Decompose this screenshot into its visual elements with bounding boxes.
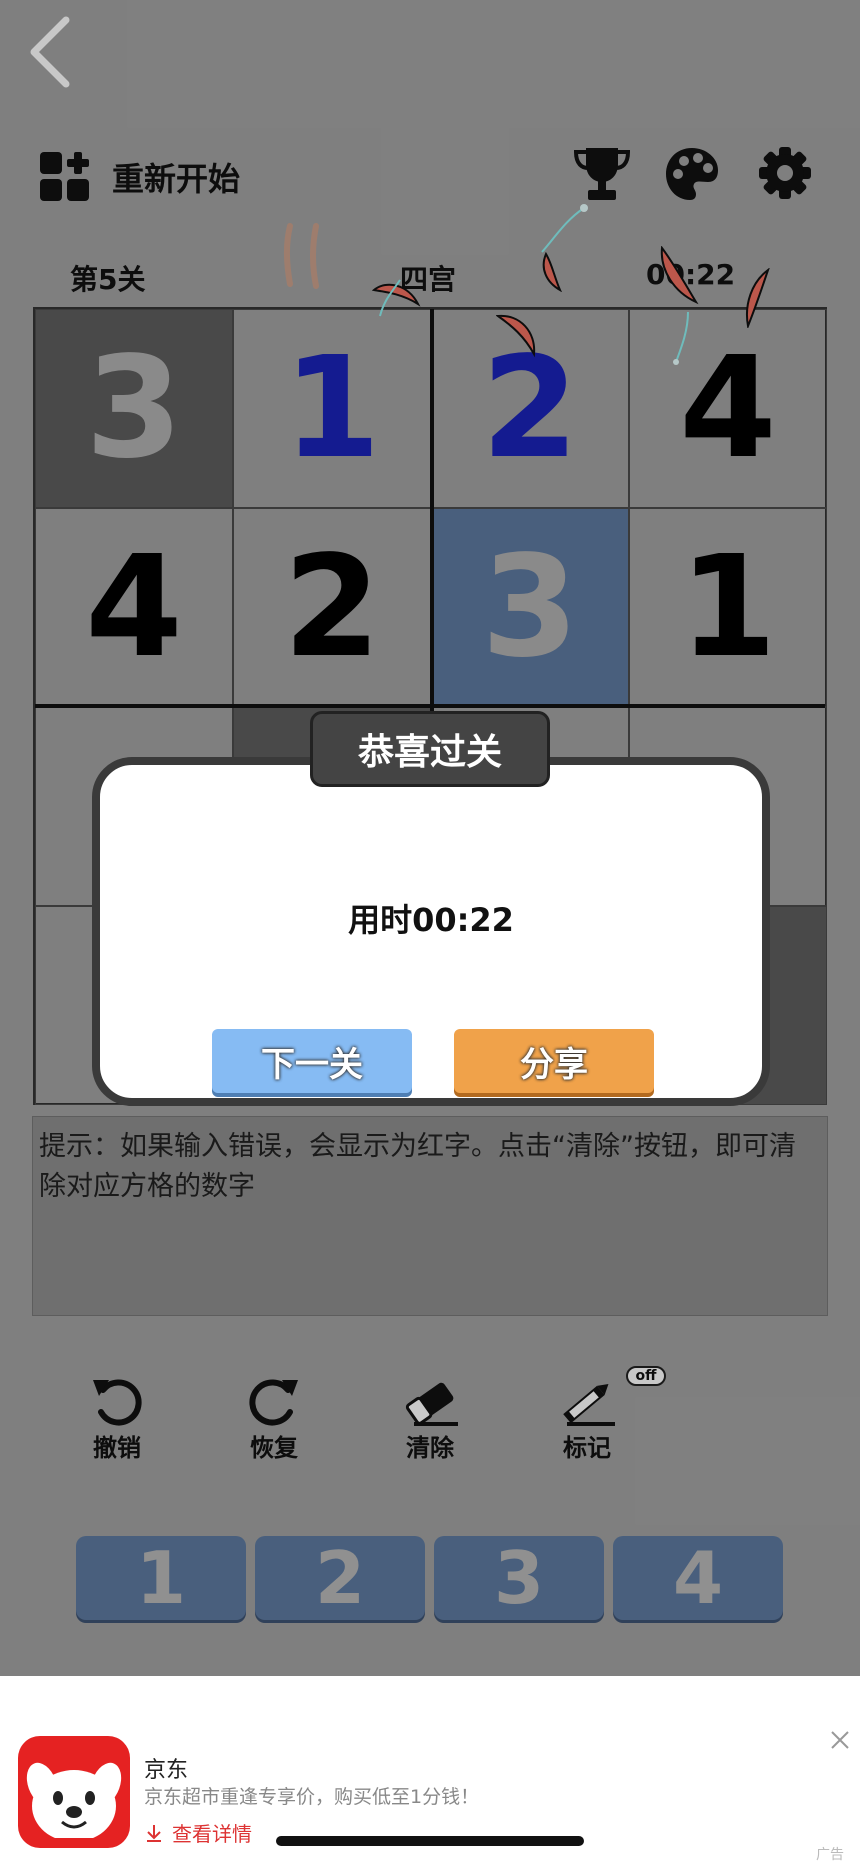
jd-mascot-icon xyxy=(26,1762,122,1848)
ad-details-link[interactable]: 查看详情 xyxy=(144,1818,252,1847)
close-icon xyxy=(831,1731,849,1749)
dialog-title: 恭喜过关 xyxy=(310,711,550,787)
ad-description: 京东超市重逢专享价，购买低至1分钱！ xyxy=(144,1786,480,1808)
ad-details-label: 查看详情 xyxy=(172,1822,252,1846)
home-indicator[interactable] xyxy=(276,1836,584,1846)
share-button[interactable]: 分享 xyxy=(454,1029,654,1093)
jd-logo xyxy=(18,1736,130,1848)
next-level-button[interactable]: 下一关 xyxy=(212,1029,412,1093)
ad-brand: 京东 xyxy=(144,1758,189,1783)
elapsed-time-text: 用时00:22 xyxy=(348,901,514,939)
ad-close-button[interactable] xyxy=(828,1728,852,1752)
level-complete-dialog: 用时00:22 下一关 分享 xyxy=(92,757,770,1106)
download-icon xyxy=(147,1824,161,1842)
ad-tag: 广告 xyxy=(816,1847,844,1863)
